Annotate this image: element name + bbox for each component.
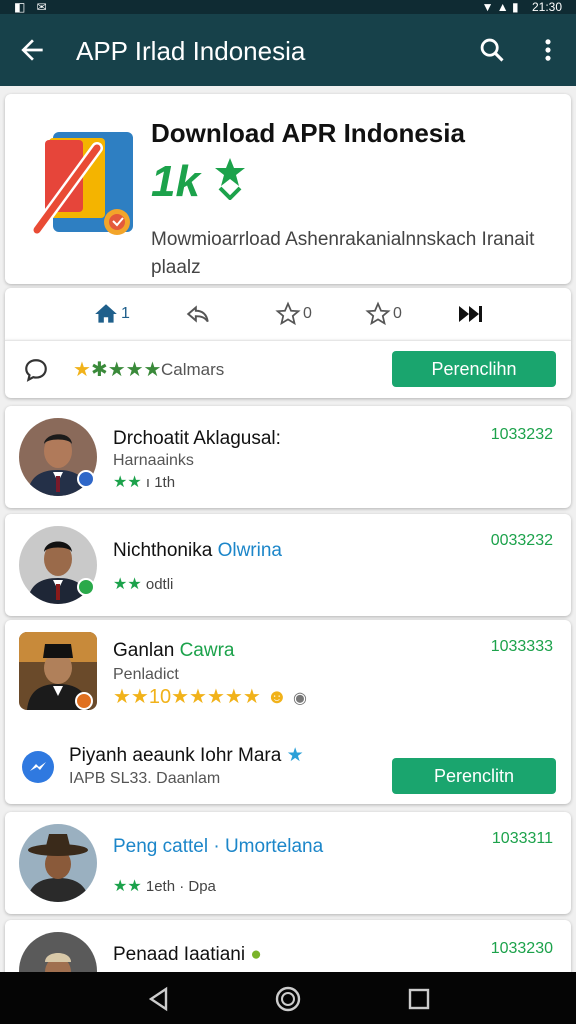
person-name-text: Peng cattel · — [113, 836, 220, 857]
person-name: Peng cattel · Umortelana — [113, 836, 323, 858]
signal-icons: ▼ ▲ ▮ — [481, 0, 519, 14]
avatar — [19, 824, 97, 902]
rating-row: ★✱★★★ Calmars Perenclihn — [5, 340, 571, 398]
action-row: 1 0 0 — [5, 288, 571, 340]
status-bar: ◧ ✉ ▼ ▲ ▮ 21:30 — [0, 0, 576, 14]
rating-stars-icon: ★★ — [113, 878, 142, 895]
share-action[interactable] — [185, 300, 213, 328]
person-name: Drchoatit Aklagusal: — [113, 428, 281, 449]
smile-emoji-icon: ☻ — [266, 686, 288, 708]
app-bar: APP Irlad Indonesia — [0, 14, 576, 86]
person-meta: ★★ 1eth · Dpa — [113, 876, 216, 896]
person-id: 0033232 — [490, 532, 553, 549]
person-name-text: Penaad Iaatiani — [113, 944, 246, 965]
home-icon — [95, 304, 117, 323]
share-icon — [186, 305, 209, 323]
star-outline-icon — [275, 301, 301, 326]
person-meta: ★★ ı 1th — [113, 472, 175, 492]
person-name-text: Nichthonika — [113, 540, 213, 561]
person-id: 1033333 — [490, 638, 553, 655]
rating-label: Calmars — [161, 360, 225, 379]
promo-action-button[interactable]: Perenclitn — [392, 758, 556, 794]
nav-back-icon[interactable] — [146, 986, 172, 1012]
person-name: Nichthonika Olwrina — [113, 540, 282, 562]
person-name: Ganlan Cawra — [113, 640, 234, 662]
rating-stars-icon: ★★10★★★★★ — [113, 686, 261, 708]
star-outline-icon — [365, 301, 391, 326]
back-arrow-icon[interactable] — [16, 34, 48, 66]
person-name: Penaad Iaatiani ● — [113, 944, 262, 966]
forward-action[interactable] — [457, 300, 485, 328]
person-meta-text: 1eth · Dpa — [145, 878, 216, 895]
list-item[interactable]: Ganlan Cawra Penladict ★★10★★★★★ ☻ ◉ 103… — [5, 620, 571, 804]
robot-icon: ◉ — [292, 690, 307, 707]
person-tag[interactable]: Olwrina — [218, 540, 282, 561]
promo-title: Piyanh aeaunk Iohr Mara ★ — [69, 744, 304, 767]
app-subtitle: 1k — [151, 156, 248, 207]
rating-stars-icon: ★★ — [113, 474, 142, 491]
person-tag[interactable]: Cawra — [180, 640, 235, 661]
app-header-card: Download APR Indonesia 1k Mowmioarrload … — [5, 94, 571, 284]
promo-title-text: Piyanh aeaunk Iohr Mara — [69, 745, 282, 766]
avatar — [19, 932, 97, 972]
fast-forward-icon — [459, 306, 482, 322]
home-count: 1 — [121, 305, 130, 322]
rate-action[interactable]: 0 — [365, 300, 402, 328]
person-id: 1033230 — [490, 940, 553, 957]
favorite-count: 0 — [303, 305, 312, 322]
main-content: Download APR Indonesia 1k Mowmioarrload … — [0, 86, 576, 972]
person-meta-text: ı 1th — [145, 474, 176, 491]
person-meta: ★★ odtli — [113, 574, 173, 594]
system-status: ▼ ▲ ▮ 21:30 — [482, 0, 562, 14]
list-item[interactable]: Penaad Iaatiani ● 1033230 — [5, 920, 571, 972]
rate-count: 0 — [393, 305, 402, 322]
rating-stars-icon: ★★ — [113, 576, 142, 593]
app-logo-icon — [31, 132, 133, 236]
star-badge-icon: ★ — [286, 745, 304, 766]
person-name-text: Ganlan — [113, 640, 175, 661]
app-title: Download APR Indonesia — [151, 118, 465, 148]
person-meta-text: odtli — [145, 576, 174, 593]
person-role: Penladict — [113, 666, 179, 683]
list-item[interactable]: Peng cattel · Umortelana ★★ 1eth · Dpa 1… — [5, 812, 571, 914]
rating-stars: ★✱★★★ — [73, 359, 162, 381]
verified-check-icon: ● — [250, 944, 262, 965]
person-rating: ★★10★★★★★ ☻ ◉ — [113, 684, 307, 709]
clock: 21:30 — [531, 0, 562, 14]
favorite-action[interactable]: 0 — [275, 300, 312, 328]
system-nav-bar — [0, 972, 576, 1024]
person-tag[interactable]: Umortelana — [225, 836, 323, 857]
verified-badge-icon — [77, 470, 95, 488]
list-item[interactable]: Drchoatit Aklagusal: Harnaainks ★★ ı 1th… — [5, 406, 571, 508]
badge-star-icon — [215, 158, 246, 201]
nav-home-icon[interactable] — [275, 986, 301, 1012]
download-count: 1k — [151, 157, 200, 206]
online-badge-icon — [77, 578, 95, 596]
status-badge-icon — [75, 692, 93, 710]
promo-subtitle: IAPB SL33. Daanlam — [69, 770, 221, 787]
app-description: Mowmioarrload Ashenrakanialnnskach Irana… — [151, 229, 535, 278]
nav-recents-icon[interactable] — [406, 986, 432, 1012]
home-action[interactable]: 1 — [93, 300, 130, 328]
person-id: 1033232 — [490, 426, 553, 443]
search-icon[interactable] — [478, 36, 506, 64]
person-id: 1033311 — [491, 830, 553, 847]
page-title: APP Irlad Indonesia — [76, 36, 306, 66]
person-photo — [19, 824, 97, 902]
person-photo — [19, 932, 97, 972]
chat-bubble-icon[interactable] — [23, 357, 49, 383]
list-item[interactable]: Nichthonika Olwrina ★★ odtli 0033232 — [5, 514, 571, 616]
more-vert-icon[interactable] — [534, 36, 562, 64]
primary-action-button[interactable]: Perenclihn — [392, 351, 556, 387]
messenger-icon[interactable] — [21, 750, 55, 784]
notification-icons: ◧ ✉ — [14, 0, 51, 14]
person-role: Harnaainks — [113, 452, 194, 469]
